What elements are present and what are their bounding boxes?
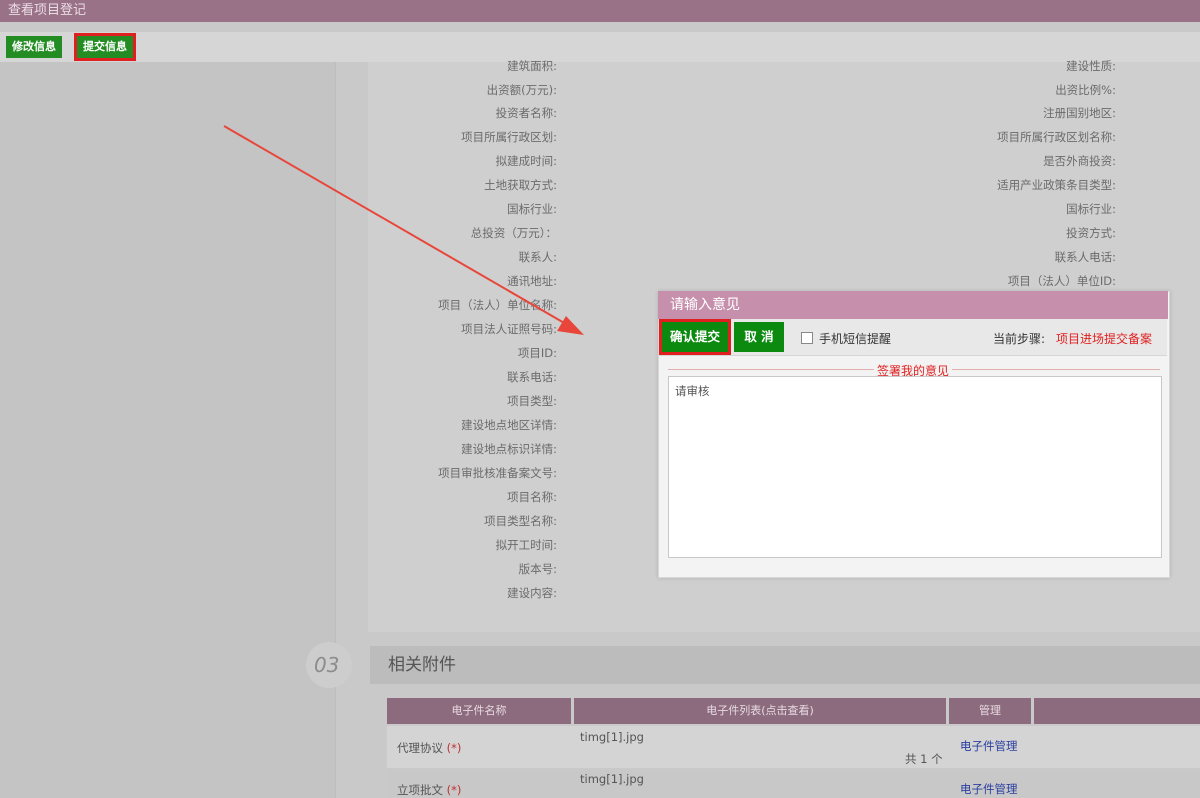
form-label: 建筑面积: [507, 59, 557, 73]
confirm-submit-button[interactable]: 确认提交 [659, 319, 731, 355]
sms-reminder-label: 手机短信提醒 [819, 332, 892, 346]
form-label: 项目名称: [507, 490, 557, 504]
form-label: 建设地点标识详情: [461, 442, 557, 456]
form-label: 建设地点地区详情: [461, 418, 557, 432]
table-header-blank [1034, 698, 1200, 724]
form-label: 通讯地址: [507, 274, 557, 288]
attachment-name: 代理协议 (*) [397, 741, 462, 755]
form-label: 注册国别地区: [1043, 106, 1116, 120]
left-pane [0, 62, 336, 798]
table-row [387, 726, 1200, 768]
attachment-name: 立项批文 (*) [397, 783, 462, 797]
form-label: 项目类型名称: [484, 514, 557, 528]
form-label: 土地获取方式: [484, 178, 557, 192]
window-title: 查看项目登记 [0, 0, 1200, 22]
form-label: 项目审批核准备案文号: [438, 466, 557, 480]
form-label: 是否外商投资: [1043, 154, 1116, 168]
table-header: 电子件列表(点击查看) [574, 698, 946, 724]
form-label: 拟建成时间: [495, 154, 557, 168]
edit-info-button[interactable]: 修改信息 [6, 36, 62, 58]
opinion-textarea[interactable]: 请审核 [668, 376, 1162, 558]
form-label: 版本号: [518, 562, 557, 576]
form-label: 国标行业: [1066, 202, 1116, 216]
form-label: 项目（法人）单位ID: [1007, 274, 1116, 288]
form-label: 建设内容: [507, 586, 557, 600]
attachment-manage-link[interactable]: 电子件管理 [960, 781, 1018, 797]
dialog-title: 请输入意见 [658, 291, 1168, 319]
attachment-count: 共 1 个 [905, 752, 943, 766]
form-label: 适用产业政策条目类型: [997, 178, 1116, 192]
form-label: 项目所属行政区划: [461, 130, 557, 144]
form-label: 联系人电话: [1054, 250, 1116, 264]
current-step-value: 项目进场提交备案 [1056, 332, 1153, 346]
table-header: 电子件名称 [387, 698, 571, 724]
form-label: 投资者名称: [495, 106, 557, 120]
attachment-file-link[interactable]: timg[1].jpg [580, 730, 644, 744]
form-label: 项目法人证照号码: [461, 322, 557, 336]
cancel-button[interactable]: 取 消 [734, 322, 784, 352]
current-step-label: 当前步骤: [993, 332, 1046, 346]
form-label: 建设性质: [1066, 59, 1116, 73]
section-number: 03 [314, 653, 340, 677]
form-label: 联系人: [518, 250, 557, 264]
form-label: 项目（法人）单位名称: [438, 298, 557, 312]
toolbar [0, 32, 1200, 62]
form-label: 联系电话: [507, 370, 557, 384]
form-label: 出资比例%: [1055, 83, 1116, 97]
form-label: 项目所属行政区划名称: [997, 130, 1116, 144]
form-label: 项目ID: [517, 346, 557, 360]
form-label: 拟开工时间: [495, 538, 557, 552]
attachment-file-link[interactable]: timg[1].jpg [580, 772, 644, 786]
attachment-manage-link[interactable]: 电子件管理 [960, 738, 1018, 754]
opinion-text: 请审核 [675, 384, 710, 398]
form-label: 总投资（万元）： [470, 226, 557, 240]
form-label: 出资额(万元): [486, 83, 557, 97]
form-label: 国标行业: [507, 202, 557, 216]
form-label: 投资方式: [1066, 226, 1116, 240]
table-header: 管理 [949, 698, 1031, 724]
form-label: 项目类型: [507, 394, 557, 408]
table-row [387, 770, 1200, 798]
section-title: 相关附件 [370, 646, 1200, 684]
submit-info-button[interactable]: 提交信息 [74, 33, 136, 61]
sms-reminder-checkbox[interactable] [801, 332, 813, 344]
